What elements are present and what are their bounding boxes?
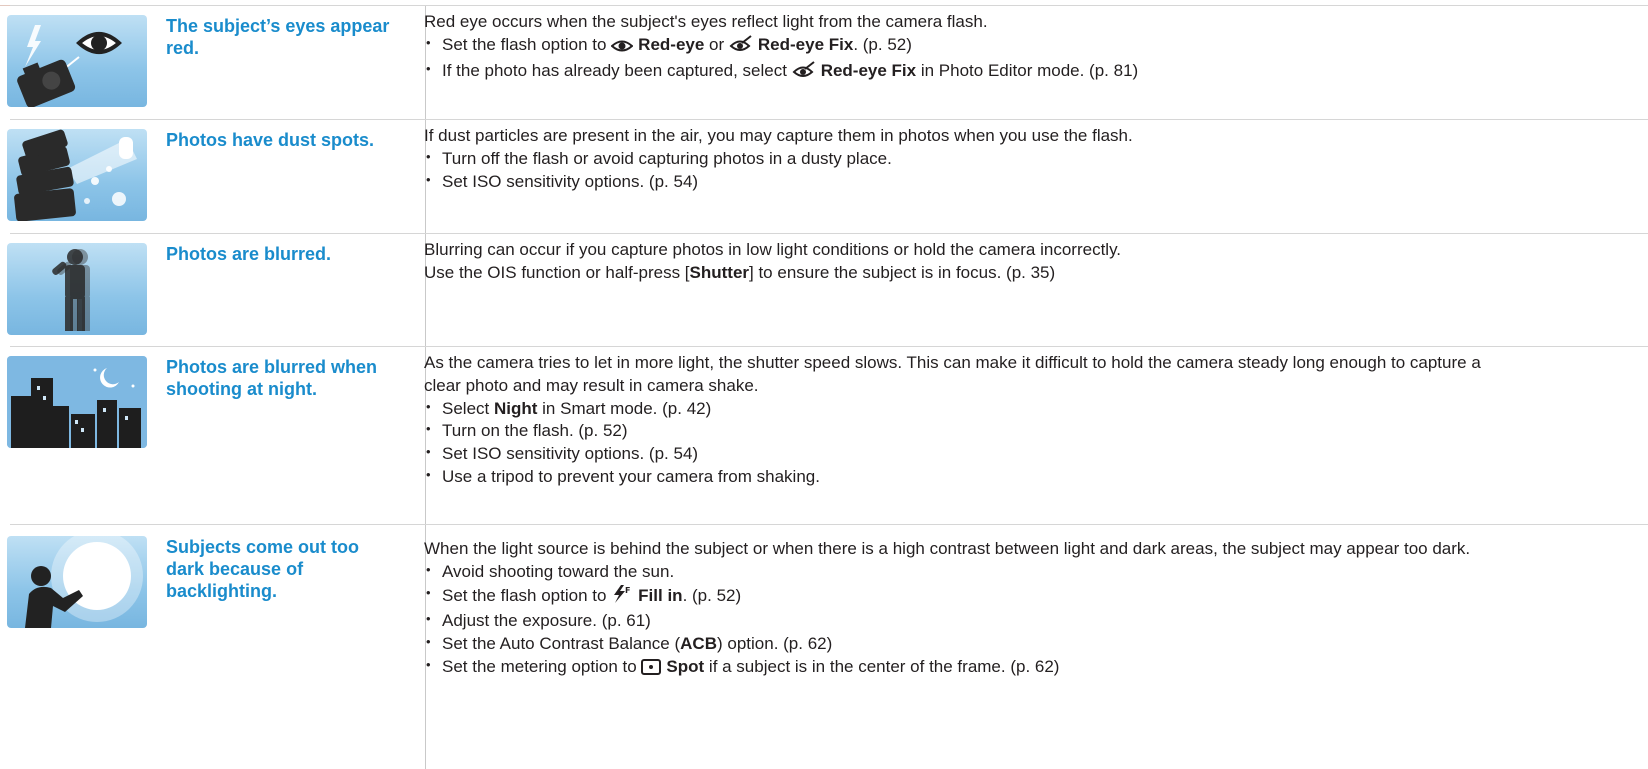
bullet-item: Adjust the exposure. (p. 61) — [424, 608, 1524, 633]
description-text: Red eye occurs when the subject's eyes r… — [424, 12, 988, 31]
bullet-text: Use a tripod to prevent your camera from… — [442, 466, 820, 486]
bullet-item: Turn on the flash. (p. 52) — [424, 418, 1514, 443]
mode-name: Night — [493, 398, 538, 418]
description-text-part: ] to ensure the subject is in focus. (p.… — [749, 262, 1056, 282]
bullet-text: ) option. (p. 62) — [717, 634, 833, 654]
row-divider — [10, 524, 1648, 525]
row-title: Photos have dust spots. — [166, 130, 375, 150]
bullet-item: If the photo has already been captured, … — [424, 58, 1604, 86]
bullet-text: Turn off the flash or avoid capturing ph… — [442, 148, 892, 168]
bullet-text: Turn on the flash. (p. 52) — [442, 421, 628, 441]
bullet-text: or — [709, 34, 729, 54]
description-text: Use the OIS function or half-press [Shut… — [424, 262, 1604, 285]
row-description: If dust particles are present in the air… — [424, 125, 1604, 193]
description-text: If dust particles are present in the air… — [424, 126, 1133, 145]
troubleshooting-page: The subject’s eyes appear red. Red eye o… — [0, 0, 1648, 769]
bullet-text: Set the flash option to — [442, 585, 612, 605]
description-text: Blurring can occur if you capture photos… — [424, 240, 1122, 259]
dust-spots-illustration — [7, 129, 147, 221]
option-name: Red-eye Fix — [757, 34, 854, 54]
row-description: When the light source is behind the subj… — [424, 538, 1524, 682]
red-eye-illustration — [7, 15, 147, 107]
bullet-text: . (p. 52) — [853, 34, 912, 54]
red-eye-fix-icon — [792, 60, 816, 86]
row-title: Photos are blurred. — [166, 244, 332, 264]
backlight-illustration — [7, 536, 147, 628]
description-text: As the camera tries to let in more light… — [424, 353, 1481, 395]
bullet-item: Turn off the flash or avoid capturing ph… — [424, 146, 1604, 171]
option-name: Fill in — [638, 585, 683, 605]
bullet-text: Adjust the exposure. (p. 61) — [442, 611, 651, 631]
blurred-person-illustration — [7, 243, 147, 335]
bullet-text: Avoid shooting toward the sun. — [442, 561, 675, 581]
row-title: Photos are blurred when shooting at nigh… — [166, 357, 378, 399]
night-city-illustration — [7, 356, 147, 448]
svg-text:F: F — [625, 586, 630, 595]
red-eye-fix-icon — [729, 35, 753, 60]
row-description: Blurring can occur if you capture photos… — [424, 239, 1604, 285]
bullet-item: Set ISO sensitivity options. (p. 54) — [424, 169, 1604, 194]
description-text-part: Use the OIS function or half-press [ — [424, 262, 690, 282]
spot-metering-icon — [641, 658, 662, 682]
bullet-text: if a subject is in the center of the fra… — [704, 656, 1060, 676]
option-name: ACB — [680, 634, 717, 654]
row-divider — [10, 346, 1648, 347]
row-title: The subject’s eyes appear red. — [166, 16, 390, 58]
bullet-text: Set the Auto Contrast Balance ( — [442, 634, 681, 654]
row-title: Subjects come out too dark because of ba… — [166, 537, 360, 601]
bullet-item: Set ISO sensitivity options. (p. 54) — [424, 441, 1514, 466]
row-divider — [10, 233, 1648, 234]
eye-icon — [610, 37, 634, 60]
option-name: Red-eye — [638, 34, 705, 54]
option-name: Spot — [666, 656, 705, 676]
description-text: When the light source is behind the subj… — [424, 539, 1471, 558]
bullet-item: Set the flash option to F Fill in. (p. 52… — [424, 582, 1524, 611]
row-description: As the camera tries to let in more light… — [424, 352, 1514, 489]
bullet-item: Set the Auto Contrast Balance (ACB) opti… — [424, 631, 1524, 656]
row-divider — [10, 119, 1648, 120]
bullet-text: Set the flash option to — [442, 34, 612, 54]
bullet-item: Select Night in Smart mode. (p. 42) — [424, 396, 1514, 421]
fill-in-flash-icon: F — [611, 584, 633, 611]
row-description: Red eye occurs when the subject's eyes r… — [424, 11, 1604, 85]
bullet-text: in Photo Editor mode. (p. 81) — [916, 60, 1139, 80]
bullet-item: Avoid shooting toward the sun. — [424, 559, 1524, 584]
bullet-text: in Smart mode. (p. 42) — [537, 398, 712, 418]
bullet-text: If the photo has already been captured, … — [442, 60, 792, 80]
bullet-text: Set the metering option to — [442, 656, 642, 676]
bullet-text: . (p. 52) — [682, 585, 742, 605]
bullet-item: Use a tripod to prevent your camera from… — [424, 464, 1514, 489]
bullet-text: Set ISO sensitivity options. (p. 54) — [442, 171, 699, 191]
bullet-item: Set the metering option to Spot if a sub… — [424, 654, 1524, 682]
row-divider — [10, 5, 1648, 6]
bullet-text: Set ISO sensitivity options. (p. 54) — [442, 444, 699, 464]
option-name: Red-eye Fix — [820, 60, 917, 80]
button-name: Shutter — [689, 262, 750, 282]
bullet-text: Select — [442, 398, 494, 418]
bullet-item: Set the flash option to Red-eye or Red-e… — [424, 32, 1604, 60]
